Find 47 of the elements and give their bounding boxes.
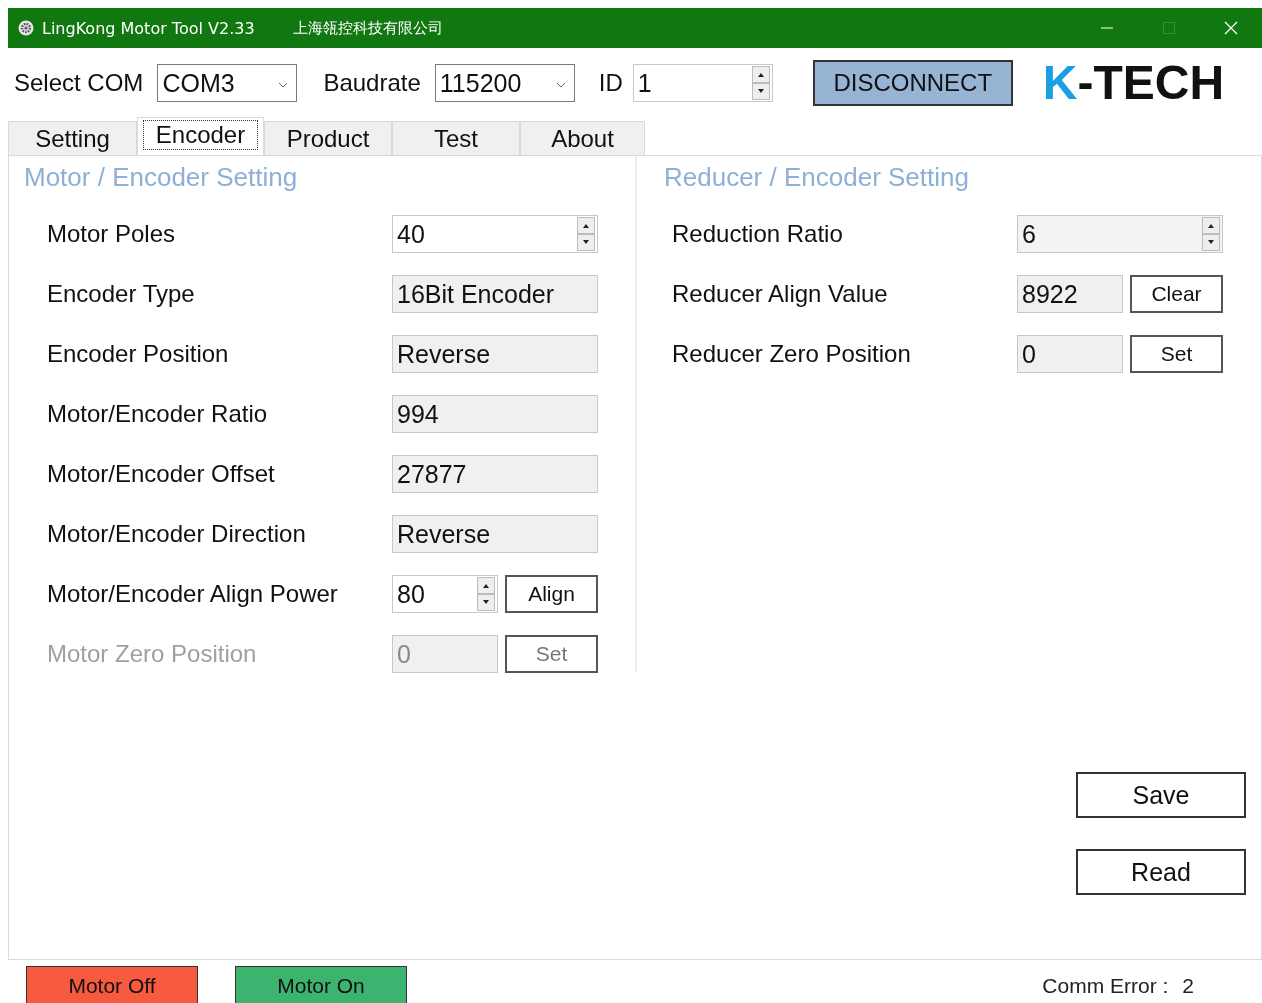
- input-field[interactable]: Reverse: [392, 515, 598, 553]
- field-label: Reduction Ratio: [672, 220, 844, 248]
- number-spinner[interactable]: 40: [392, 215, 598, 253]
- company-name: 上海瓴控科技有限公司: [292, 18, 443, 38]
- tab[interactable]: About: [520, 121, 645, 155]
- baudrate-label: Baudrate: [323, 69, 421, 97]
- tab[interactable]: Encoder: [137, 117, 264, 155]
- motor-button[interactable]: Motor On: [235, 966, 407, 1003]
- input-field[interactable]: Reverse: [392, 335, 598, 373]
- id-label: ID: [598, 69, 623, 97]
- field-label: Encoder Type: [47, 280, 196, 308]
- window-title: LingKong Motor Tool V2.33: [42, 18, 255, 38]
- field-label: Motor Zero Position: [47, 640, 258, 668]
- action-button[interactable]: Clear: [1130, 275, 1223, 313]
- field-label: Motor/Encoder Direction: [47, 520, 307, 548]
- action-button[interactable]: Align: [505, 575, 598, 613]
- input-field[interactable]: 8922: [1017, 275, 1123, 313]
- field-label: Motor/Encoder Align Power: [47, 580, 339, 608]
- field-label: Motor/Encoder Offset: [47, 460, 276, 488]
- input-field[interactable]: 0: [1017, 335, 1123, 373]
- action-button[interactable]: Set: [1130, 335, 1223, 373]
- field-label: Motor Poles: [47, 220, 177, 248]
- input-field[interactable]: 27877: [392, 455, 598, 493]
- action-button[interactable]: Read: [1076, 849, 1246, 895]
- disconnect-button[interactable]: DISCONNECT: [812, 60, 1013, 106]
- field-label: Motor/Encoder Ratio: [47, 400, 269, 428]
- number-spinner[interactable]: 80: [392, 575, 498, 613]
- comm-error-count: 2: [1182, 974, 1194, 998]
- number-spinner[interactable]: 6: [1017, 215, 1223, 253]
- field-label: Reducer Align Value: [672, 280, 889, 308]
- logo: K-TECH: [1042, 59, 1225, 107]
- field-label: Reducer Zero Position: [672, 340, 912, 368]
- com-dropdown[interactable]: COM3: [157, 64, 298, 102]
- baudrate-dropdown[interactable]: 115200: [434, 64, 575, 102]
- input-field[interactable]: 16Bit Encoder: [392, 275, 598, 313]
- group-title: Motor / Encoder Setting: [23, 162, 299, 194]
- motor-button[interactable]: Motor Off: [26, 966, 198, 1003]
- comm-error-label: Comm Error :: [1042, 974, 1169, 998]
- field-label: Encoder Position: [47, 340, 230, 368]
- id-spinner[interactable]: 1: [632, 64, 773, 102]
- tab[interactable]: Test: [392, 121, 520, 155]
- group-title: Reducer / Encoder Setting: [663, 162, 970, 194]
- action-button[interactable]: Save: [1076, 772, 1246, 818]
- com-label: Select COM: [14, 69, 144, 97]
- tab[interactable]: Setting: [8, 121, 137, 155]
- input-field[interactable]: 994: [392, 395, 598, 433]
- tab[interactable]: Product: [264, 121, 392, 155]
